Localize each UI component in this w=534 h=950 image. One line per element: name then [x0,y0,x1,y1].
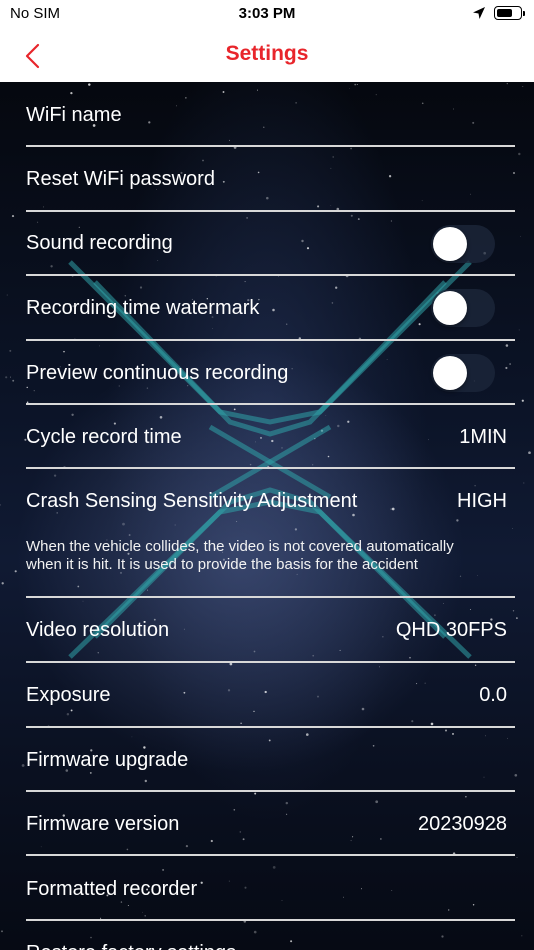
row-cycle-record-time[interactable]: Cycle record time 1MIN [26,426,515,456]
firmware-version-value: 20230928 [418,813,507,835]
reset-wifi-password-label: Reset WiFi password [26,168,215,190]
video-resolution-label: Video resolution [26,619,170,641]
location-arrow-icon [473,7,485,19]
exposure-value: 0.0 [479,684,507,706]
toggle-knob [433,227,467,261]
preview-continuous-recording-label: Preview continuous recording [26,362,289,384]
clock: 3:03 PM [238,5,296,22]
sound-recording-label: Sound recording [26,232,173,254]
toggle-knob [433,291,467,325]
nav-bar: Settings [0,30,534,82]
settings-list: WiFi name Reset WiFi password Sound reco… [0,82,534,950]
crash-sensing-label: Crash Sensing Sensitivity Adjustment [26,490,358,512]
formatted-recorder-label: Formatted recorder [26,878,198,900]
divider [26,661,515,663]
toggle-knob [433,356,467,390]
divider [26,596,515,598]
row-crash-sensing[interactable]: Crash Sensing Sensitivity Adjustment HIG… [26,490,515,590]
page-title: Settings [225,42,309,65]
row-wifi-name[interactable]: WiFi name [26,104,515,134]
divider [26,145,515,147]
row-firmware-version: Firmware version 20230928 [26,813,515,843]
divider [26,790,515,792]
firmware-upgrade-label: Firmware upgrade [26,749,189,771]
status-icons [472,6,525,20]
row-exposure[interactable]: Exposure 0.0 [26,684,515,714]
row-reset-wifi-password[interactable]: Reset WiFi password [26,168,515,198]
divider [26,274,515,276]
exposure-label: Exposure [26,684,111,706]
row-restore-factory-settings[interactable]: Restore factory settings [26,942,515,950]
restore-factory-settings-label: Restore factory settings [26,942,236,950]
crash-sensing-note: When the vehicle collides, the video is … [26,538,454,573]
divider [26,210,515,212]
divider [26,726,515,728]
divider [26,467,515,469]
sound-recording-toggle[interactable] [431,225,495,263]
recording-time-watermark-label: Recording time watermark [26,297,260,319]
cycle-record-time-value: 1MIN [459,426,507,448]
status-bar: No SIM 3:03 PM [0,0,534,30]
row-firmware-upgrade[interactable]: Firmware upgrade [26,749,515,779]
video-resolution-value: QHD 30FPS [395,619,507,641]
divider [26,919,515,921]
recording-time-watermark-toggle[interactable] [431,289,495,327]
preview-continuous-recording-toggle[interactable] [431,354,495,392]
crash-sensing-value: HIGH [457,490,507,512]
divider [26,339,515,341]
firmware-version-label: Firmware version [26,813,180,835]
row-video-resolution[interactable]: Video resolution QHD 30FPS [26,619,515,649]
battery-icon [494,6,525,20]
battery-fill [497,9,512,17]
row-formatted-recorder[interactable]: Formatted recorder [26,878,515,908]
divider [26,854,515,856]
divider [26,403,515,405]
cycle-record-time-label: Cycle record time [26,426,182,448]
wifi-name-label: WiFi name [26,104,122,126]
